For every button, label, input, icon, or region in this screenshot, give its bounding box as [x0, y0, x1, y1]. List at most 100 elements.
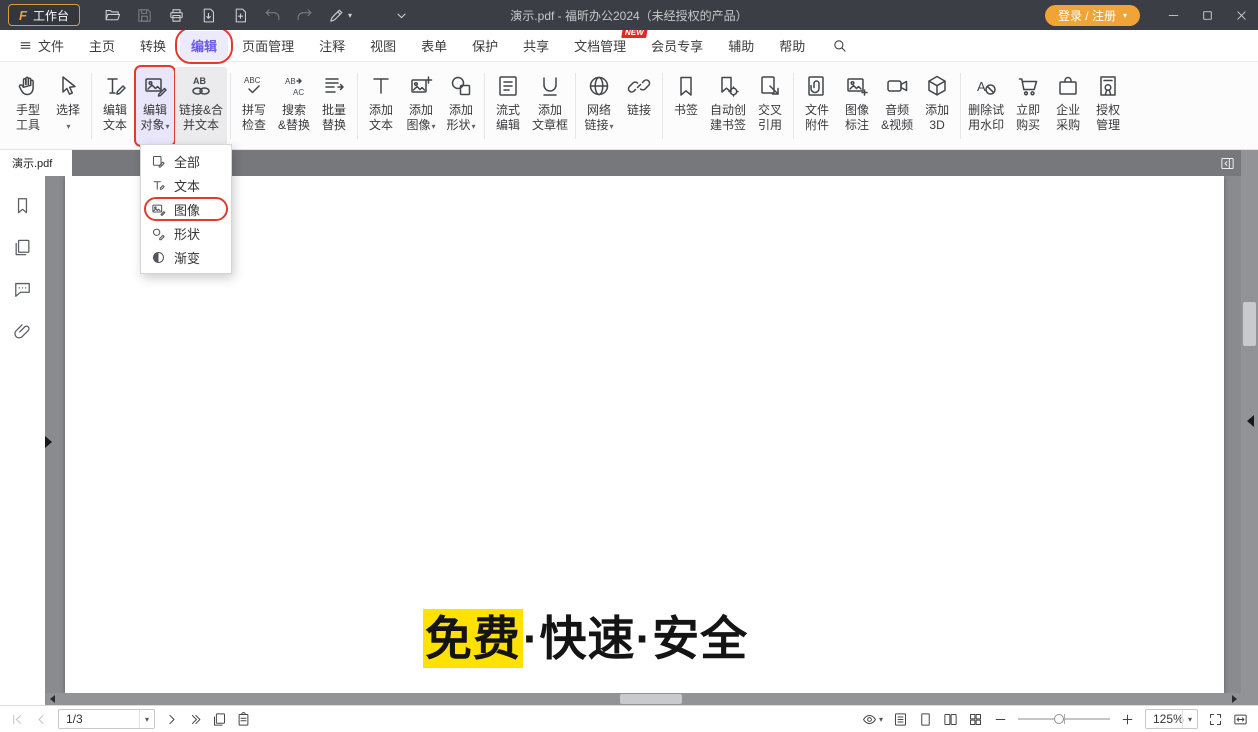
caret-down-icon[interactable]: ▾: [1182, 710, 1197, 728]
menu-tab-file[interactable]: 文件: [8, 31, 75, 60]
maximize-button[interactable]: [1190, 0, 1224, 30]
zoom-out-button[interactable]: [993, 712, 1008, 727]
document-tab[interactable]: 演示.pdf: [0, 150, 72, 176]
ribbon-button-select[interactable]: 选择▾: [48, 67, 88, 145]
scroll-right-arrow-icon[interactable]: [1227, 695, 1241, 703]
zoom-level[interactable]: 125%▾: [1145, 709, 1198, 729]
last-page-button[interactable]: [188, 712, 203, 727]
side-panel-attachments-button[interactable]: [13, 322, 32, 341]
side-panel-bookmarks-button[interactable]: [13, 196, 32, 215]
ribbon-button-enterprise-purchase[interactable]: 企业采购: [1048, 67, 1088, 145]
fullscreen-button[interactable]: [1208, 712, 1223, 727]
ribbon-button-file-attachment[interactable]: 文件附件: [797, 67, 837, 145]
side-panel-pages-button[interactable]: [13, 238, 32, 257]
ribbon-button-add-article-box[interactable]: 添加文章框: [528, 67, 572, 145]
ribbon-button-web-link[interactable]: 网络链接▾: [579, 67, 619, 145]
prev-page-button[interactable]: [34, 712, 49, 727]
single-page-view-button[interactable]: [918, 712, 933, 727]
quick-sign-button[interactable]: ▾: [328, 7, 352, 24]
minimize-button[interactable]: [1156, 0, 1190, 30]
scroll-left-arrow-icon[interactable]: [45, 695, 59, 703]
horizontal-scrollbar[interactable]: [45, 693, 1241, 705]
zoom-in-button[interactable]: [1120, 712, 1135, 727]
vertical-scrollbar[interactable]: [1241, 150, 1258, 705]
menu-tab-convert[interactable]: 转换: [129, 31, 177, 60]
menu-tab-view[interactable]: 视图: [359, 31, 407, 60]
ribbon-button-add-image[interactable]: 添加图像▾: [401, 67, 441, 145]
print-button[interactable]: [168, 7, 185, 24]
save-button[interactable]: [136, 7, 153, 24]
menu-tab-edit[interactable]: 编辑: [180, 31, 228, 60]
login-button[interactable]: 登录 / 注册 ▾: [1045, 5, 1140, 26]
side-panel-comments-button[interactable]: [13, 280, 32, 299]
svg-text:AC: AC: [293, 88, 304, 97]
undo-button[interactable]: [264, 7, 281, 24]
pdf-page[interactable]: 免费·快速·安全: [65, 176, 1224, 693]
dropdown-item-text[interactable]: 文本: [141, 173, 231, 197]
dropdown-item-image[interactable]: 图像: [141, 197, 231, 221]
ribbon-button-audio-video[interactable]: 音频&视频: [877, 67, 917, 145]
menu-tab-protect[interactable]: 保护: [461, 31, 509, 60]
ribbon-button-auto-bookmark[interactable]: 自动创建书签: [706, 67, 750, 145]
workspace-button[interactable]: F 工作台: [8, 4, 80, 26]
zoom-slider-thumb[interactable]: [1054, 714, 1064, 724]
snapshot-button[interactable]: [212, 712, 227, 727]
fit-width-button[interactable]: [1233, 712, 1248, 727]
menu-tab-member[interactable]: 会员专享: [640, 31, 714, 60]
create-pdf-button[interactable]: [232, 7, 249, 24]
read-mode-button[interactable]: [893, 712, 908, 727]
collapse-toolbar-button[interactable]: [393, 7, 410, 24]
next-page-button[interactable]: [164, 712, 179, 727]
open-button[interactable]: [104, 7, 121, 24]
ribbon-button-edit-text[interactable]: 编辑文本: [95, 67, 135, 145]
search-icon[interactable]: [832, 38, 847, 53]
ribbon-button-cross-reference[interactable]: 交叉引用: [750, 67, 790, 145]
ribbon-button-buy-now[interactable]: 立即购买: [1008, 67, 1048, 145]
ribbon-button-edit-object[interactable]: 编辑对象▾: [135, 67, 175, 145]
menu-tab-doc-manage[interactable]: 文档管理NEW: [563, 31, 637, 60]
ribbon-button-image-annotation[interactable]: 图像标注: [837, 67, 877, 145]
panel-toggle-icon[interactable]: [1220, 156, 1235, 171]
menu-tab-form[interactable]: 表单: [410, 31, 458, 60]
ribbon-button-search-replace[interactable]: ABAC搜索&替换: [274, 67, 314, 145]
menu-tab-help[interactable]: 帮助: [768, 31, 816, 60]
horizontal-scroll-thumb[interactable]: [620, 694, 682, 704]
facing-page-view-button[interactable]: [943, 712, 958, 727]
ribbon-button-remove-trial-watermark[interactable]: A删除试用水印: [964, 67, 1008, 145]
dropdown-item-all[interactable]: 全部: [141, 149, 231, 173]
sidebar-collapse-handle[interactable]: [45, 436, 52, 448]
menu-tab-share[interactable]: 共享: [512, 31, 560, 60]
close-button[interactable]: [1224, 0, 1258, 30]
ribbon-button-link[interactable]: 链接: [619, 67, 659, 145]
ribbon-button-link-merge-text[interactable]: AB链接&合并文本: [175, 67, 227, 145]
vertical-scroll-thumb[interactable]: [1243, 302, 1256, 346]
menu-tab-page-manage[interactable]: 页面管理: [231, 31, 305, 60]
dropdown-item-gradient[interactable]: 渐变: [141, 245, 231, 269]
redo-button[interactable]: [296, 7, 313, 24]
ribbon-button-bookmark[interactable]: 书签: [666, 67, 706, 145]
menu-tab-comment[interactable]: 注释: [308, 31, 356, 60]
caret-down-icon: ▾: [348, 11, 352, 20]
caret-down-icon[interactable]: ▾: [139, 710, 154, 728]
right-panel-collapse-handle[interactable]: [1247, 415, 1254, 427]
horizontal-scroll-track[interactable]: [59, 693, 1227, 705]
ribbon-button-add-3d[interactable]: 添加3D: [917, 67, 957, 145]
view-mode-button[interactable]: ▾: [862, 712, 883, 727]
grid-view-button[interactable]: [968, 712, 983, 727]
menu-tab-home[interactable]: 主页: [78, 31, 126, 60]
dropdown-item-shape[interactable]: 形状: [141, 221, 231, 245]
menu-tab-assist[interactable]: 辅助: [717, 31, 765, 60]
clipboard-button[interactable]: [236, 712, 251, 727]
ribbon-button-label: 立即购买: [1016, 103, 1040, 133]
ribbon-button-hand-tool[interactable]: 手型工具: [8, 67, 48, 145]
ribbon-button-add-text[interactable]: 添加文本: [361, 67, 401, 145]
zoom-slider[interactable]: [1018, 712, 1110, 726]
export-pdf-button[interactable]: [200, 7, 217, 24]
page-indicator[interactable]: 1/3▾: [58, 709, 155, 729]
ribbon-button-add-shape[interactable]: 添加形状▾: [441, 67, 481, 145]
ribbon-button-license-manage[interactable]: 授权管理: [1088, 67, 1128, 145]
ribbon-button-batch-replace[interactable]: 批量替换: [314, 67, 354, 145]
first-page-button[interactable]: [10, 712, 25, 727]
ribbon-button-flow-edit[interactable]: 流式编辑: [488, 67, 528, 145]
ribbon-button-spell-check[interactable]: ABC拼写检查: [234, 67, 274, 145]
